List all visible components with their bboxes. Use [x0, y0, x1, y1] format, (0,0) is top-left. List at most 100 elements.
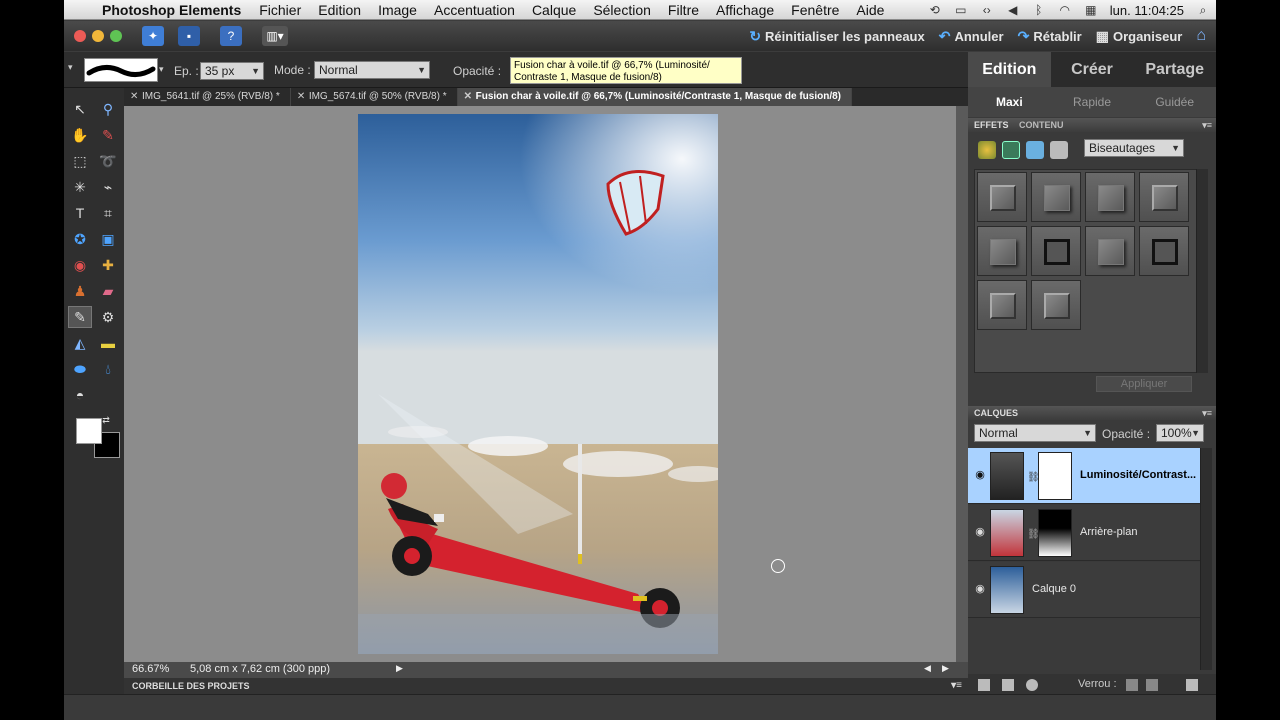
- menu-filtre[interactable]: Filtre: [668, 2, 699, 18]
- type-tool-icon[interactable]: T: [68, 202, 92, 224]
- effect-thumbnail[interactable]: [1031, 226, 1081, 276]
- tab-partage[interactable]: Partage: [1133, 52, 1216, 87]
- clone-stamp-tool-icon[interactable]: ♟: [68, 280, 92, 302]
- brush-size-field[interactable]: 35 px ▼: [200, 62, 264, 80]
- eraser-tool-icon[interactable]: ▰: [96, 280, 120, 302]
- wifi-icon[interactable]: ◠: [1058, 4, 1072, 16]
- canvas-vertical-scrollbar[interactable]: [956, 106, 968, 662]
- scroll-right-arrow[interactable]: ▶: [942, 663, 949, 674]
- effect-thumbnail[interactable]: [1031, 280, 1081, 330]
- magic-wand-tool-icon[interactable]: ✳: [68, 176, 92, 198]
- adjustment-layer-button-icon[interactable]: [1026, 679, 1038, 691]
- effect-thumbnail[interactable]: [1139, 226, 1189, 276]
- layers-scrollbar[interactable]: [1200, 448, 1212, 670]
- quick-selection-tool-icon[interactable]: ⌁: [96, 176, 120, 198]
- tab-rapide[interactable]: Rapide: [1051, 87, 1134, 117]
- status-menu-arrow[interactable]: ▶: [396, 663, 403, 674]
- display-icon[interactable]: ▭: [954, 4, 968, 16]
- crop-tool-icon[interactable]: ⌗: [96, 202, 120, 224]
- zoom-tool-icon[interactable]: ⚲: [96, 98, 120, 120]
- foreground-color-swatch[interactable]: [76, 418, 102, 444]
- menu-affichage[interactable]: Affichage: [716, 2, 774, 18]
- filters-icon[interactable]: [978, 141, 996, 159]
- organizer-button[interactable]: ▦ Organiseur: [1096, 28, 1183, 45]
- scroll-left-arrow[interactable]: ◀: [924, 663, 931, 674]
- tab-creer[interactable]: Créer: [1051, 52, 1134, 87]
- save-icon[interactable]: ▪: [178, 26, 200, 46]
- tab-guidee[interactable]: Guidée: [1133, 87, 1216, 117]
- spotlight-icon[interactable]: ⌕: [1196, 4, 1210, 16]
- help-icon[interactable]: ?: [220, 26, 242, 46]
- home-icon[interactable]: ⌂: [1196, 27, 1206, 45]
- visibility-eye-icon[interactable]: ◉: [974, 468, 986, 481]
- doc-tab-fusion[interactable]: ✕ Fusion char à voile.tif @ 66,7% (Lumino…: [457, 88, 853, 106]
- menu-fichier[interactable]: Fichier: [259, 2, 301, 18]
- app-menu[interactable]: Photoshop Elements: [102, 2, 241, 18]
- layer-blend-mode-select[interactable]: Normal ▼: [974, 424, 1096, 442]
- layer-mask-thumbnail[interactable]: [1038, 452, 1072, 500]
- blend-mode-select[interactable]: Normal ▼: [314, 61, 430, 79]
- doc-tab-img5674[interactable]: ✕ IMG_5674.tif @ 50% (RVB/8) *: [291, 88, 458, 106]
- canvas-area[interactable]: [124, 106, 956, 662]
- effect-thumbnail[interactable]: [977, 226, 1027, 276]
- smart-brush-tool-icon[interactable]: ⚙: [96, 306, 120, 328]
- move-tool-icon[interactable]: ↖: [68, 98, 92, 120]
- layout-icon[interactable]: ▥▾: [262, 26, 288, 46]
- effects-category-select[interactable]: Biseautages ▼: [1084, 139, 1184, 157]
- shape-tool-icon[interactable]: ⬬: [68, 358, 92, 380]
- visibility-eye-icon[interactable]: ◉: [974, 582, 986, 595]
- hand-tool-icon[interactable]: ✋: [68, 124, 92, 146]
- sponge-tool-icon[interactable]: ◓: [68, 384, 92, 406]
- redo-button[interactable]: ↷ Rétablir: [1018, 28, 1082, 45]
- tool-preset-arrow[interactable]: ▾: [68, 62, 73, 73]
- calendar-icon[interactable]: ▦: [1084, 4, 1098, 16]
- menu-fenetre[interactable]: Fenêtre: [791, 2, 839, 18]
- new-layer-icon[interactable]: [978, 679, 990, 691]
- reset-panels-button[interactable]: ↻ Réinitialiser les panneaux: [749, 28, 924, 45]
- effect-thumbnail[interactable]: [1139, 172, 1189, 222]
- photo-effects-icon[interactable]: [1026, 141, 1044, 159]
- menu-accentuation[interactable]: Accentuation: [434, 2, 515, 18]
- marquee-tool-icon[interactable]: ⬚: [68, 150, 92, 172]
- project-bin-menu-icon[interactable]: ▾≡: [951, 680, 962, 691]
- tab-maxi[interactable]: Maxi: [968, 87, 1051, 117]
- undo-button[interactable]: ↶ Annuler: [939, 28, 1004, 45]
- brush-tool-icon[interactable]: ✎: [68, 306, 92, 328]
- layer-mask-thumbnail[interactable]: [1038, 509, 1072, 557]
- effect-thumbnail[interactable]: [977, 172, 1027, 222]
- layer-row-calque0[interactable]: ◉ Calque 0: [968, 562, 1200, 618]
- zoom-window-button[interactable]: [110, 30, 122, 42]
- bluetooth-icon[interactable]: ᛒ: [1032, 4, 1046, 16]
- menu-aide[interactable]: Aide: [856, 2, 884, 18]
- effects-scrollbar[interactable]: [1196, 169, 1208, 373]
- layer-opacity-field[interactable]: 100% ▼: [1156, 424, 1204, 442]
- effect-thumbnail[interactable]: [977, 280, 1027, 330]
- new-file-icon[interactable]: ✦: [142, 26, 164, 46]
- cookie-cutter-tool-icon[interactable]: ✪: [68, 228, 92, 250]
- blur-tool-icon[interactable]: 💧︎: [96, 358, 120, 380]
- close-tab-icon[interactable]: ✕: [297, 88, 305, 106]
- close-tab-icon[interactable]: ✕: [464, 88, 472, 106]
- gradient-tool-icon[interactable]: ▬: [96, 332, 120, 354]
- paint-bucket-tool-icon[interactable]: ◭: [68, 332, 92, 354]
- zoom-level[interactable]: 66.67%: [132, 663, 169, 675]
- menu-edition[interactable]: Edition: [318, 2, 361, 18]
- volume-icon[interactable]: ◀: [1006, 4, 1020, 16]
- menu-calque[interactable]: Calque: [532, 2, 576, 18]
- brush-picker-arrow[interactable]: ▾: [159, 64, 164, 75]
- visibility-eye-icon[interactable]: ◉: [974, 525, 986, 538]
- close-tab-icon[interactable]: ✕: [130, 88, 138, 106]
- content-tab[interactable]: CONTENU: [1019, 120, 1064, 130]
- lock-all-icon[interactable]: [1146, 679, 1158, 691]
- effects-tab[interactable]: EFFETS: [974, 120, 1009, 130]
- straighten-tool-icon[interactable]: ▣: [96, 228, 120, 250]
- swap-colors-icon[interactable]: ⇄: [100, 414, 112, 426]
- document-image[interactable]: [358, 114, 718, 654]
- lock-transparent-icon[interactable]: [1126, 679, 1138, 691]
- healing-brush-tool-icon[interactable]: ✚: [96, 254, 120, 276]
- brush-preview[interactable]: [84, 58, 158, 82]
- code-icon[interactable]: ‹›: [980, 4, 994, 16]
- new-group-icon[interactable]: [1002, 679, 1014, 691]
- menu-image[interactable]: Image: [378, 2, 417, 18]
- layers-menu-icon[interactable]: ▾≡: [1202, 406, 1212, 420]
